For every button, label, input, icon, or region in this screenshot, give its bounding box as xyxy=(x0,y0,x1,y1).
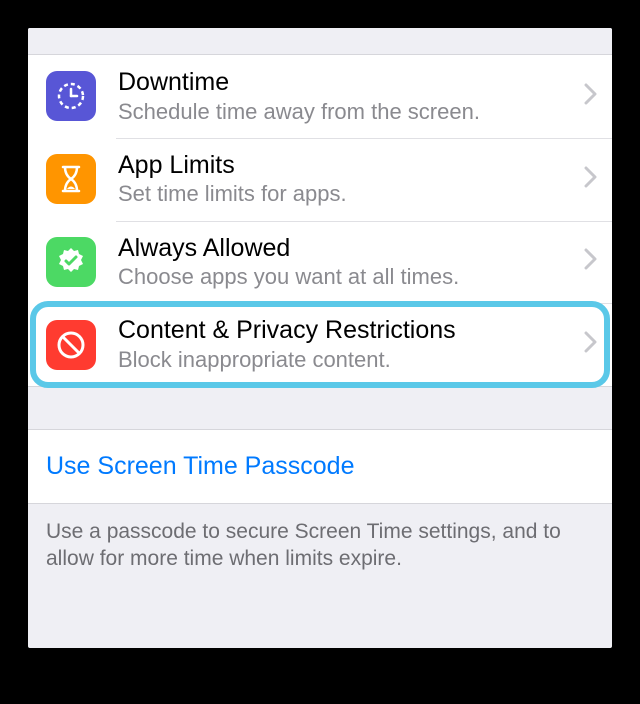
row-text: Always Allowed Choose apps you want at a… xyxy=(118,235,578,290)
section-gap xyxy=(28,387,612,429)
row-title: Always Allowed xyxy=(118,235,578,263)
row-always-allowed[interactable]: Always Allowed Choose apps you want at a… xyxy=(28,221,612,304)
row-use-passcode[interactable]: Use Screen Time Passcode xyxy=(28,429,612,504)
row-subtitle: Schedule time away from the screen. xyxy=(118,99,578,124)
section-header-gap xyxy=(28,28,612,54)
row-text: App Limits Set time limits for apps. xyxy=(118,152,578,207)
chevron-right-icon xyxy=(584,248,598,275)
row-title: App Limits xyxy=(118,152,578,180)
row-text: Downtime Schedule time away from the scr… xyxy=(118,69,578,124)
no-entry-icon xyxy=(46,320,96,370)
row-content-privacy[interactable]: Content & Privacy Restrictions Block ina… xyxy=(28,303,612,386)
row-subtitle: Block inappropriate content. xyxy=(118,347,578,372)
footer-description: Use a passcode to secure Screen Time set… xyxy=(28,504,612,587)
row-subtitle: Set time limits for apps. xyxy=(118,181,578,206)
chevron-right-icon xyxy=(584,166,598,193)
screentime-options-section: Downtime Schedule time away from the scr… xyxy=(28,54,612,387)
link-label: Use Screen Time Passcode xyxy=(46,452,594,481)
row-title: Downtime xyxy=(118,69,578,97)
row-app-limits[interactable]: App Limits Set time limits for apps. xyxy=(28,138,612,221)
row-subtitle: Choose apps you want at all times. xyxy=(118,264,578,289)
row-text: Content & Privacy Restrictions Block ina… xyxy=(118,317,578,372)
hourglass-icon xyxy=(46,154,96,204)
row-title: Content & Privacy Restrictions xyxy=(118,317,578,345)
settings-screen: Downtime Schedule time away from the scr… xyxy=(28,28,612,648)
downtime-icon xyxy=(46,71,96,121)
chevron-right-icon xyxy=(584,331,598,358)
chevron-right-icon xyxy=(584,83,598,110)
row-downtime[interactable]: Downtime Schedule time away from the scr… xyxy=(28,55,612,138)
checkmark-seal-icon xyxy=(46,237,96,287)
